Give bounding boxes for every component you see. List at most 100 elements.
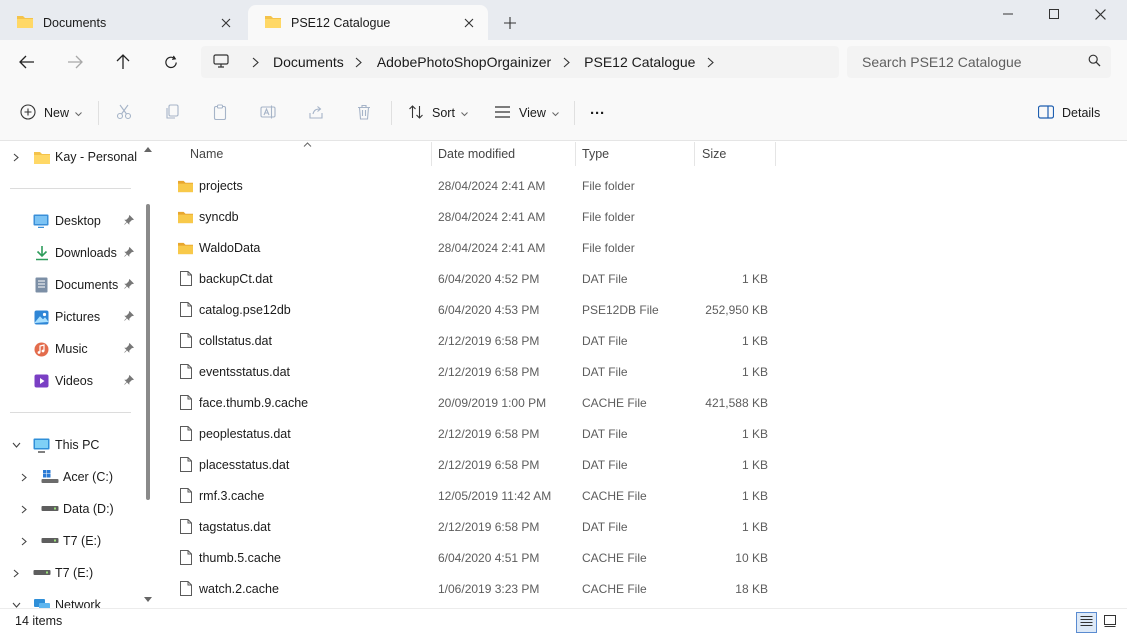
file-name-cell[interactable]: eventsstatus.dat — [177, 356, 290, 387]
scrollbar-thumb[interactable] — [146, 204, 150, 500]
chevron-right-icon[interactable] — [249, 57, 261, 68]
file-name-cell[interactable]: peoplestatus.dat — [177, 418, 291, 449]
refresh-button[interactable] — [157, 48, 185, 76]
new-button[interactable]: New — [20, 100, 82, 126]
file-name-cell[interactable]: collstatus.dat — [177, 325, 272, 356]
nav-item-drive-d[interactable]: Data (D:) — [0, 494, 140, 524]
file-name-cell[interactable]: projects — [177, 170, 243, 201]
column-divider[interactable] — [775, 142, 776, 166]
table-row[interactable]: rmf.3.cache 12/05/2019 11:42 AM CACHE File… — [157, 480, 797, 511]
nav-scrollbar[interactable] — [144, 142, 152, 608]
sort-button[interactable]: Sort — [408, 100, 468, 126]
nav-item-videos[interactable]: Videos — [0, 366, 140, 396]
table-row[interactable]: collstatus.dat 2/12/2019 6:58 PM DAT File 1… — [157, 325, 797, 356]
details-pane-button[interactable]: Details — [1037, 100, 1100, 126]
nav-item-drive-e[interactable]: T7 (E:) — [0, 526, 140, 556]
details-view-button[interactable] — [1076, 612, 1097, 633]
column-header-date-modified[interactable]: Date modified — [438, 142, 515, 166]
column-header-name[interactable]: Name — [190, 142, 223, 166]
close-icon[interactable] — [460, 14, 478, 32]
minimize-button[interactable] — [985, 0, 1031, 28]
file-name-cell[interactable]: thumb.5.cache — [177, 542, 281, 573]
address-bar[interactable]: Documents AdobePhotoShopOrgainizer PSE12… — [201, 46, 839, 78]
breadcrumb-adobephotoshoporgainizer[interactable]: AdobePhotoShopOrgainizer — [377, 54, 551, 70]
table-row[interactable]: thumb.5.cache 6/04/2020 4:51 PM CACHE File… — [157, 542, 797, 573]
nav-item-this-pc[interactable]: This PC — [0, 430, 140, 460]
file-name-cell[interactable]: face.thumb.9.cache — [177, 387, 308, 418]
nav-item-kay-personal[interactable]: Kay - Personal — [0, 142, 140, 172]
pin-icon[interactable] — [124, 278, 135, 292]
up-button[interactable] — [109, 48, 137, 76]
tab-pse12-catalogue[interactable]: PSE12 Catalogue — [248, 5, 488, 40]
chevron-right-icon[interactable] — [560, 57, 572, 68]
nav-item-downloads[interactable]: Downloads — [0, 238, 140, 268]
file-name-cell[interactable]: WaldoData — [177, 232, 260, 263]
table-row[interactable]: backupCt.dat 6/04/2020 4:52 PM DAT File 1 K… — [157, 263, 797, 294]
nav-item-network[interactable]: Network — [0, 590, 140, 608]
back-button[interactable] — [13, 48, 41, 76]
file-name-cell[interactable]: rmf.3.cache — [177, 480, 264, 511]
column-divider[interactable] — [694, 142, 695, 166]
column-header-size[interactable]: Size — [702, 142, 726, 166]
scroll-up-arrow-icon[interactable] — [144, 146, 152, 152]
breadcrumb-documents[interactable]: Documents — [273, 54, 344, 70]
breadcrumb-pse12-catalogue[interactable]: PSE12 Catalogue — [584, 54, 695, 70]
file-name-cell[interactable]: backupCt.dat — [177, 263, 273, 294]
chevron-right-icon[interactable] — [353, 57, 365, 68]
share-button[interactable] — [308, 100, 324, 126]
pin-icon[interactable] — [124, 246, 135, 260]
column-divider[interactable] — [575, 142, 576, 166]
chevron-right-icon[interactable] — [704, 57, 716, 68]
column-divider[interactable] — [431, 142, 432, 166]
table-row[interactable]: WaldoData 28/04/2024 2:41 AM File folder — [157, 232, 797, 263]
cut-button[interactable] — [116, 100, 132, 126]
nav-item-pictures[interactable]: Pictures — [0, 302, 140, 332]
tab-documents[interactable]: Documents — [0, 5, 245, 40]
pin-icon[interactable] — [124, 342, 135, 356]
view-button[interactable]: View — [494, 100, 559, 126]
file-name-cell[interactable]: tagstatus.dat — [177, 511, 271, 542]
search-input[interactable]: Search PSE12 Catalogue — [847, 46, 1111, 78]
table-row[interactable]: watch.2.cache 1/06/2019 3:23 PM CACHE File… — [157, 573, 797, 604]
nav-item-drive-c[interactable]: Acer (C:) — [0, 462, 140, 492]
forward-button[interactable] — [61, 48, 89, 76]
file-name-cell[interactable]: catalog.pse12db — [177, 294, 291, 325]
paste-button[interactable] — [212, 100, 228, 126]
chevron-right-icon[interactable] — [19, 505, 29, 514]
table-row[interactable]: projects 28/04/2024 2:41 AM File folder — [157, 170, 797, 201]
chevron-right-icon[interactable] — [11, 153, 21, 162]
chevron-right-icon[interactable] — [19, 473, 29, 482]
pin-icon[interactable] — [124, 374, 135, 388]
nav-item-drive-e-root[interactable]: T7 (E:) — [0, 558, 140, 588]
delete-button[interactable] — [356, 100, 372, 126]
chevron-down-icon[interactable] — [11, 442, 21, 448]
large-icons-view-button[interactable] — [1099, 612, 1120, 633]
chevron-right-icon[interactable] — [11, 569, 21, 578]
table-row[interactable]: placesstatus.dat 2/12/2019 6:58 PM DAT Fil… — [157, 449, 797, 480]
table-row[interactable]: catalog.pse12db 6/04/2020 4:53 PM PSE12DB … — [157, 294, 797, 325]
close-icon[interactable] — [217, 14, 235, 32]
pin-icon[interactable] — [124, 310, 135, 324]
file-name-cell[interactable]: watch.2.cache — [177, 573, 279, 604]
rename-button[interactable] — [260, 100, 276, 126]
table-row[interactable]: syncdb 28/04/2024 2:41 AM File folder — [157, 201, 797, 232]
file-name-cell[interactable]: placesstatus.dat — [177, 449, 289, 480]
nav-item-desktop[interactable]: Desktop — [0, 206, 140, 236]
pin-icon[interactable] — [124, 214, 135, 228]
table-row[interactable]: peoplestatus.dat 2/12/2019 6:58 PM DAT Fil… — [157, 418, 797, 449]
copy-button[interactable] — [164, 100, 180, 126]
new-tab-button[interactable] — [499, 12, 521, 34]
nav-item-documents[interactable]: Documents — [0, 270, 140, 300]
table-row[interactable]: tagstatus.dat 2/12/2019 6:58 PM DAT File 1 … — [157, 511, 797, 542]
more-options-button[interactable]: ··· — [590, 100, 605, 126]
table-row[interactable]: eventsstatus.dat 2/12/2019 6:58 PM DAT Fil… — [157, 356, 797, 387]
table-row[interactable]: face.thumb.9.cache 20/09/2019 1:00 PM CACH… — [157, 387, 797, 418]
chevron-right-icon[interactable] — [19, 537, 29, 546]
nav-item-music[interactable]: Music — [0, 334, 140, 364]
file-name-cell[interactable]: syncdb — [177, 201, 239, 232]
scroll-down-arrow-icon[interactable] — [144, 597, 152, 603]
close-window-button[interactable] — [1077, 0, 1123, 28]
column-header-type[interactable]: Type — [582, 142, 609, 166]
maximize-button[interactable] — [1031, 0, 1077, 28]
toolbar-divider — [391, 101, 392, 125]
